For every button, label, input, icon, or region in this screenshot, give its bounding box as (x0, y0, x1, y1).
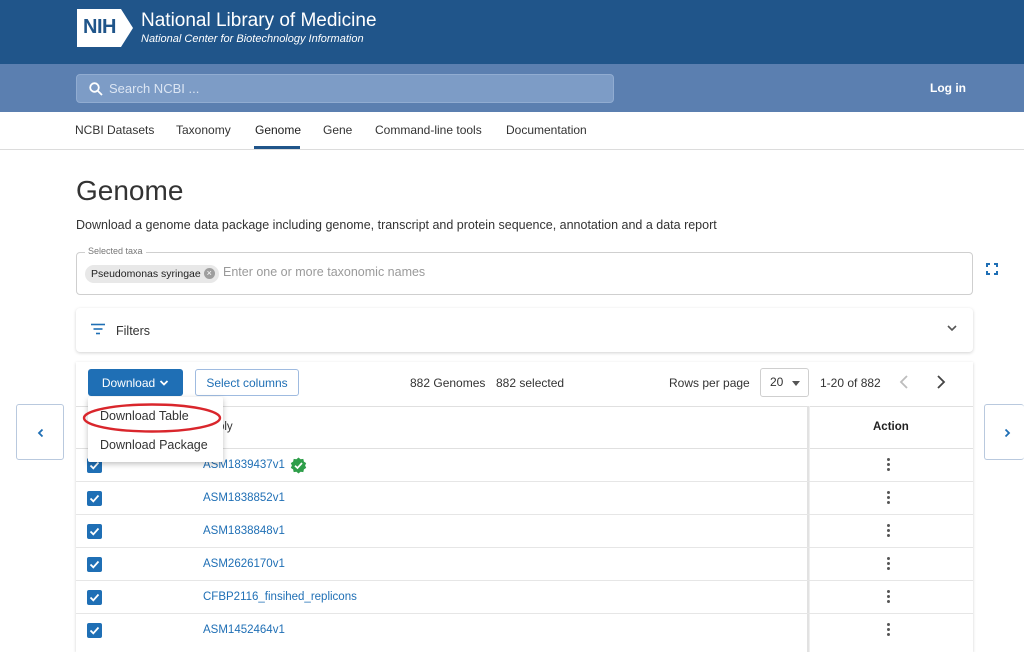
taxa-input[interactable] (223, 265, 623, 279)
carousel-next-button[interactable] (984, 404, 1024, 460)
filters-panel[interactable]: Filters (76, 308, 973, 352)
row-checkbox[interactable] (87, 491, 102, 506)
selected-count: 882 selected (496, 376, 565, 390)
chevron-down-icon (160, 379, 169, 386)
taxa-chip-label: Pseudomonas syringae (91, 268, 201, 280)
row-checkbox[interactable] (87, 524, 102, 539)
fullscreen-icon[interactable] (986, 262, 998, 280)
selected-taxa-label: Selected taxa (85, 246, 146, 256)
download-button[interactable]: Download (88, 369, 183, 396)
chevron-right-icon (1004, 428, 1011, 438)
nav-genome[interactable]: Genome (255, 123, 301, 137)
assembly-link[interactable]: ASM2626170v1 (203, 558, 285, 570)
row-actions-icon[interactable] (887, 557, 891, 570)
row-actions-icon[interactable] (887, 623, 891, 636)
chevron-left-icon[interactable] (896, 373, 914, 391)
page-description: Download a genome data package including… (76, 218, 717, 232)
menu-item-download-package[interactable]: Download Package (100, 438, 208, 452)
nav-gene[interactable]: Gene (323, 123, 352, 137)
page-range: 1-20 of 882 (820, 376, 881, 390)
nih-logo-mark: NIH (77, 9, 133, 47)
row-actions-icon[interactable] (887, 524, 891, 537)
filters-label: Filters (116, 324, 151, 338)
download-button-label: Download (101, 375, 156, 390)
selected-taxa-field[interactable]: Selected taxa Pseudomonas syringae × (76, 246, 973, 295)
search-icon (89, 81, 103, 96)
assembly-link[interactable]: CFBP2116_finsihed_replicons (203, 591, 357, 603)
table-row: ASM2626170v1 (76, 548, 973, 581)
carousel-prev-button[interactable] (16, 404, 64, 460)
top-banner: NIH National Library of Medicine Nationa… (0, 0, 1024, 64)
table-row: CFBP2116_finsihed_replicons (76, 581, 973, 614)
nav-taxonomy[interactable]: Taxonomy (176, 123, 231, 137)
row-checkbox[interactable] (87, 623, 102, 638)
nih-logo-text: NIH (83, 16, 116, 38)
site-subtitle: National Center for Biotechnology Inform… (141, 33, 364, 45)
chevron-right-icon[interactable] (932, 373, 950, 391)
main-nav: NCBI Datasets Taxonomy Genome Gene Comma… (0, 112, 1024, 150)
rows-per-page-value: 20 (770, 375, 784, 389)
site-title: National Library of Medicine (141, 10, 377, 31)
taxa-chip[interactable]: Pseudomonas syringae × (85, 265, 219, 283)
genome-count: 882 Genomes (410, 376, 486, 390)
row-actions-icon[interactable] (887, 458, 891, 471)
row-checkbox[interactable] (87, 557, 102, 572)
search-input[interactable] (109, 81, 589, 96)
select-columns-button[interactable]: Select columns (195, 369, 299, 396)
login-link[interactable]: Log in (930, 81, 966, 95)
nav-documentation[interactable]: Documentation (506, 123, 587, 137)
assembly-link[interactable]: ASM1452464v1 (203, 624, 285, 636)
nih-logo[interactable]: NIH National Library of Medicine Nationa… (77, 9, 377, 47)
search-box[interactable] (76, 74, 614, 103)
column-header-action: Action (873, 421, 909, 433)
verified-badge-icon (290, 457, 307, 474)
search-band: Log in (0, 64, 1024, 112)
assembly-link[interactable]: ASM1838852v1 (203, 492, 285, 504)
table-row: ASM1452464v1 (76, 614, 973, 647)
page-title: Genome (76, 175, 184, 206)
chip-remove-icon[interactable]: × (203, 268, 215, 279)
table-row: ASM1838852v1 (76, 482, 973, 515)
nav-command-line-tools[interactable]: Command-line tools (375, 123, 482, 137)
rows-per-page-select[interactable]: 20 (760, 368, 809, 397)
rows-per-page-label: Rows per page (669, 376, 750, 390)
row-actions-icon[interactable] (887, 491, 891, 504)
nav-ncbi-datasets[interactable]: NCBI Datasets (75, 123, 154, 137)
row-actions-icon[interactable] (887, 590, 891, 603)
assembly-link[interactable]: ASM1838848v1 (203, 525, 285, 537)
filter-icon (91, 323, 105, 335)
caret-down-icon (792, 381, 800, 386)
highlight-ring (82, 403, 222, 433)
nav-active-indicator (254, 146, 300, 149)
chevron-down-icon[interactable] (945, 321, 959, 335)
row-checkbox[interactable] (87, 590, 102, 605)
table-row: ASM1838848v1 (76, 515, 973, 548)
chevron-left-icon (37, 428, 44, 438)
